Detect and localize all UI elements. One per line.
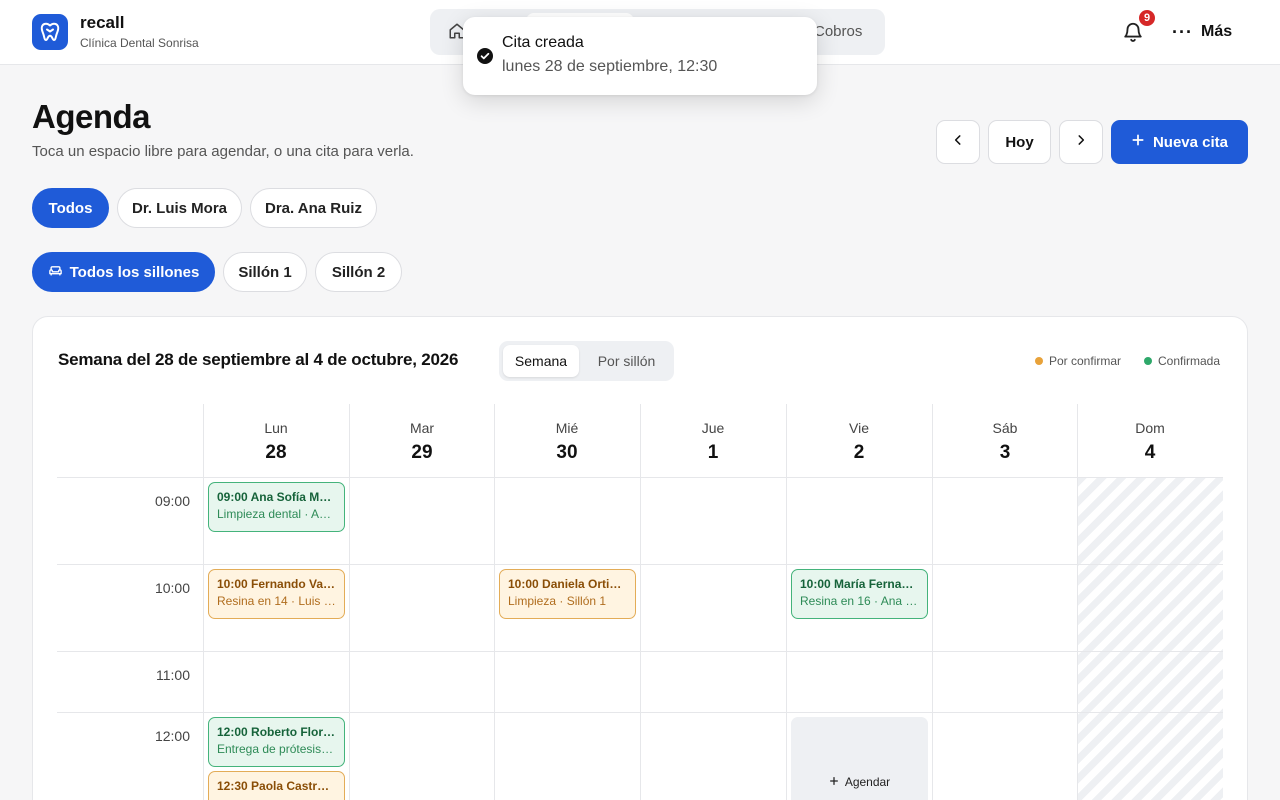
day-number: 28	[265, 442, 287, 463]
tooth-logo-icon[interactable]	[32, 14, 68, 50]
toast-title: Cita creada	[502, 34, 584, 51]
more-menu-button[interactable]: ··· Más	[1172, 18, 1232, 46]
appointment-title: 10:00 Daniela Ortiz…	[508, 577, 627, 591]
day-number: 3	[999, 442, 1011, 463]
appointment-title: 10:00 María Ferna…	[800, 577, 914, 591]
previous-week-button[interactable]	[936, 120, 980, 164]
appointment-detail: Entrega de prótesis…	[217, 742, 334, 756]
new-appointment-label: Nueva cita	[1152, 133, 1229, 151]
time-label: 11:00	[156, 667, 190, 683]
clinic-name: Clínica Dental Sonrisa	[80, 36, 199, 50]
filter-chair-all[interactable]: Todos los sillones	[32, 252, 215, 292]
filter-doctor-luis-mora[interactable]: Dr. Luis Mora	[117, 188, 242, 228]
time-label: 12:00	[154, 728, 190, 744]
legend-confirmed: Confirmada	[1144, 354, 1220, 368]
view-chair-button[interactable]: Por sillón	[583, 345, 670, 377]
day-number: 4	[1144, 442, 1156, 463]
week-title: Semana del 28 de septiembre al 4 de octu…	[58, 350, 459, 369]
time-label: 09:00	[154, 493, 190, 509]
appointment-detail: Limpieza dental · A…	[217, 507, 332, 521]
confirmed-dot-icon	[1144, 357, 1152, 365]
free-slot-schedule[interactable]: Agendar	[791, 717, 928, 800]
day-number: 2	[853, 442, 865, 463]
day-number: 29	[411, 442, 433, 463]
filter-doctor-ana-ruiz[interactable]: Dra. Ana Ruiz	[250, 188, 377, 228]
more-dots-icon: ···	[1172, 22, 1193, 42]
notification-badge: 9	[1137, 8, 1157, 28]
today-button[interactable]: Hoy	[988, 120, 1051, 164]
appointment-card[interactable]: 09:00 Ana Sofía M… Limpieza dental · A…	[208, 482, 345, 532]
appointment-card[interactable]: 12:00 Roberto Flor… Entrega de prótesis…	[208, 717, 345, 767]
filter-chair-1[interactable]: Sillón 1	[223, 252, 307, 292]
next-week-button[interactable]	[1059, 120, 1103, 164]
check-circle-icon	[477, 48, 493, 64]
pending-dot-icon	[1035, 357, 1043, 365]
day-number: 30	[556, 442, 578, 463]
filter-chair-2[interactable]: Sillón 2	[315, 252, 402, 292]
toast-notification: Cita creada lunes 28 de septiembre, 12:3…	[463, 17, 817, 95]
week-grid: Lun 28 Mar 29 Mié 30 Jue 1 Vie 2 Sáb 3 D…	[57, 404, 1224, 800]
calendar-card: Semana del 28 de septiembre al 4 de octu…	[32, 316, 1248, 800]
day-name: Dom	[1135, 420, 1165, 436]
day-name: Vie	[849, 420, 869, 436]
legend-confirmed-label: Confirmada	[1158, 354, 1221, 368]
sunday-closed-column	[1077, 478, 1223, 800]
chevron-right-icon	[1074, 133, 1088, 151]
view-toggle: Semana Por sillón	[499, 341, 674, 381]
grid-line	[57, 651, 1223, 652]
slot-label-text: Agendar	[844, 775, 891, 789]
appointment-title: 10:00 Fernando Va…	[217, 577, 336, 591]
plus-icon	[1131, 133, 1145, 151]
nav-item-cobros[interactable]: Cobros	[814, 23, 862, 40]
page-title: Agenda	[32, 98, 151, 135]
grid-line	[57, 564, 1223, 565]
plus-icon	[829, 775, 839, 789]
appointment-detail: Resina en 16 · Ana R…	[800, 594, 919, 608]
appointment-title: 12:00 Roberto Flor…	[217, 725, 336, 739]
view-week-button[interactable]: Semana	[503, 345, 579, 377]
day-name: Sáb	[992, 420, 1018, 436]
legend-pending-label: Por confirmar	[1049, 354, 1122, 368]
day-name: Lun	[264, 420, 288, 436]
appointment-title: 09:00 Ana Sofía M…	[217, 490, 332, 504]
appointment-card[interactable]: 10:00 Daniela Ortiz… Limpieza · Sillón 1	[499, 569, 636, 619]
day-number: 1	[707, 442, 719, 463]
day-name: Mié	[555, 420, 579, 436]
appointment-card[interactable]: 10:00 Fernando Va… Resina en 14 · Luis …	[208, 569, 345, 619]
appointment-card[interactable]: 12:30 Paola Castro…	[208, 771, 345, 800]
slot-label: Agendar	[791, 775, 928, 789]
filter-chair-all-label: Todos los sillones	[69, 263, 200, 281]
more-label: Más	[1200, 23, 1233, 40]
day-name: Mar	[409, 420, 435, 436]
appointment-title: 12:30 Paola Castro…	[217, 779, 336, 793]
legend-pending: Por confirmar	[1035, 354, 1121, 368]
grid-line	[57, 712, 1223, 713]
chevron-left-icon	[951, 133, 965, 151]
new-appointment-button[interactable]: Nueva cita	[1111, 120, 1248, 164]
chair-icon	[48, 263, 63, 282]
time-label: 10:00	[154, 580, 190, 596]
day-name: Jue	[701, 420, 725, 436]
grid-line	[57, 477, 1223, 478]
appointment-detail: Resina en 14 · Luis …	[217, 594, 336, 608]
appointment-card[interactable]: 10:00 María Ferna… Resina en 16 · Ana R…	[791, 569, 928, 619]
page-subtitle: Toca un espacio libre para agendar, o un…	[32, 143, 414, 160]
appointment-detail: Limpieza · Sillón 1	[508, 594, 607, 608]
toast-subtitle: lunes 28 de septiembre, 12:30	[502, 58, 718, 75]
brand-name: recall	[80, 13, 125, 32]
filter-doctor-all[interactable]: Todos	[32, 188, 109, 228]
